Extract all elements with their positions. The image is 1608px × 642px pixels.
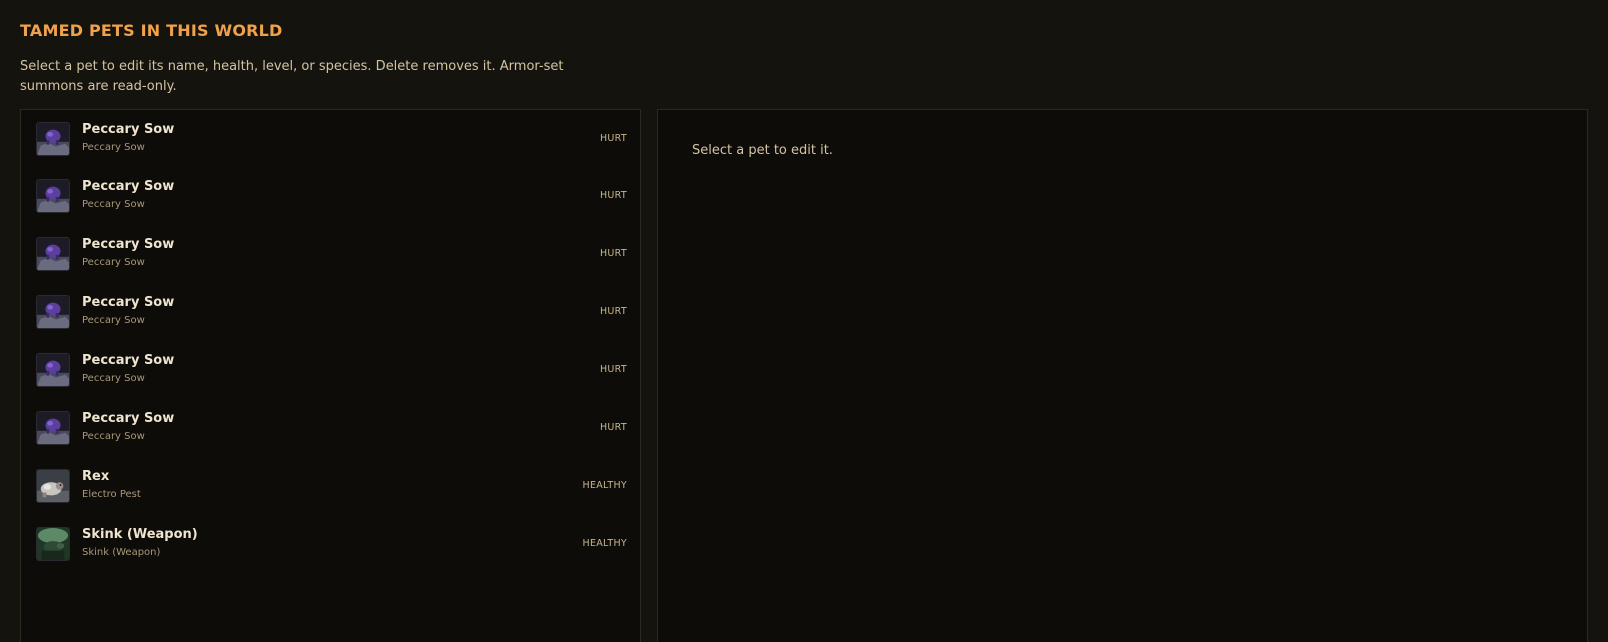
electro-pest-icon (36, 469, 70, 503)
pets-page: TAMED PETS IN THIS WORLD Select a pet to… (0, 0, 1608, 642)
pet-name: Peccary Sow (82, 237, 175, 252)
pet-species: Skink (Weapon) (82, 547, 161, 558)
pet-species: Peccary Sow (82, 315, 145, 326)
pet-name: Peccary Sow (82, 295, 175, 310)
pet-species: Peccary Sow (82, 199, 145, 210)
editor-empty-message: Select a pet to edit it. (692, 143, 833, 158)
page-description: Select a pet to edit its name, health, l… (20, 59, 564, 94)
pet-name: Peccary Sow (82, 353, 175, 368)
peccary-sow-icon (36, 122, 70, 156)
pet-name: Rex (82, 469, 110, 484)
pet-list-item[interactable]: Peccary Sow Peccary Sow HURT (21, 110, 640, 168)
pet-species: Peccary Sow (82, 431, 145, 442)
pet-status-badge: HURT (599, 306, 627, 317)
peccary-sow-icon (36, 411, 70, 445)
pet-status-badge: HURT (599, 422, 627, 433)
pet-list-item[interactable]: Peccary Sow Peccary Sow HURT (21, 167, 640, 225)
pet-species: Peccary Sow (82, 257, 145, 268)
skink-icon (36, 527, 70, 561)
pet-status-badge: HURT (599, 248, 627, 259)
peccary-sow-icon (36, 237, 70, 271)
peccary-sow-icon (36, 353, 70, 387)
pet-list-item[interactable]: Peccary Sow Peccary Sow HURT (21, 341, 640, 399)
pet-name: Peccary Sow (82, 179, 175, 194)
pet-status-badge: HURT (599, 364, 627, 375)
pet-status-badge: HURT (599, 190, 627, 201)
page-title: TAMED PETS IN THIS WORLD (20, 21, 283, 40)
pet-list-item[interactable]: Peccary Sow Peccary Sow HURT (21, 283, 640, 341)
peccary-sow-icon (36, 295, 70, 329)
pet-list-item[interactable]: Skink (Weapon) Skink (Weapon) HEALTHY (21, 515, 640, 573)
pet-species: Peccary Sow (82, 142, 145, 153)
pet-name: Skink (Weapon) (82, 527, 198, 542)
pet-list: Peccary Sow Peccary Sow HURT Peccary Sow… (20, 109, 641, 642)
pet-name: Peccary Sow (82, 411, 175, 426)
pet-list-item[interactable]: Peccary Sow Peccary Sow HURT (21, 225, 640, 283)
pet-name: Peccary Sow (82, 122, 175, 137)
pet-status-badge: HEALTHY (582, 538, 627, 549)
pet-list-item[interactable]: Peccary Sow Peccary Sow HURT (21, 399, 640, 457)
pet-species: Electro Pest (82, 489, 141, 500)
peccary-sow-icon (36, 179, 70, 213)
pet-status-badge: HEALTHY (582, 480, 627, 491)
pet-list-item[interactable]: Rex Electro Pest HEALTHY (21, 457, 640, 515)
pet-status-badge: HURT (599, 133, 627, 144)
pet-editor-panel: Select a pet to edit it. (657, 109, 1588, 642)
pet-species: Peccary Sow (82, 373, 145, 384)
